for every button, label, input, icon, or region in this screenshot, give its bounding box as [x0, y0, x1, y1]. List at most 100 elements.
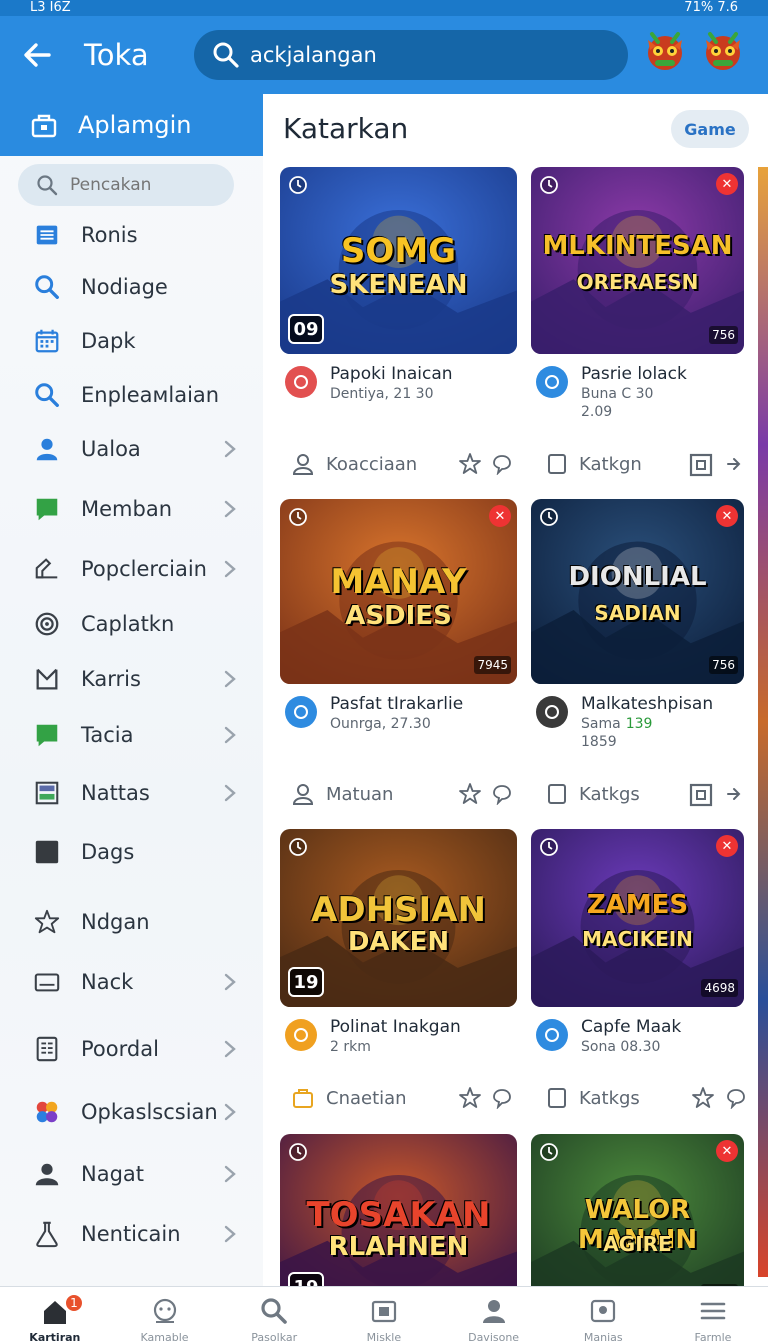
nav-item-6[interactable]: Farmle [658, 1287, 768, 1344]
sidebar-item-8[interactable]: Karris [0, 654, 263, 704]
game-card-image[interactable]: ADHSIAN DAKEN 19 [280, 829, 517, 1007]
game-card-image[interactable]: DIONLIAL SADIAN 756 ✕ [531, 499, 744, 684]
notification-badge: 1 [64, 1293, 84, 1313]
sidebar-item-5[interactable]: Memban [0, 484, 263, 534]
game-card-image[interactable]: MANAY ASDIES 7945 ✕ [280, 499, 517, 684]
game-card-image[interactable]: WALOR MANAIN AGIRE 1698✕ [531, 1134, 744, 1286]
close-icon[interactable]: ✕ [716, 505, 738, 527]
sidebar-item-11[interactable]: Dags [0, 827, 263, 877]
chevron-right-icon [224, 726, 236, 744]
chevron-right-icon [224, 1225, 236, 1243]
right-action[interactable]: Katkgs [545, 779, 640, 809]
game-card-image[interactable]: SOMG SKENEAN 09 [280, 167, 517, 354]
sidebar-item-7[interactable]: Caplatkn [0, 599, 263, 649]
star-icon[interactable] [458, 452, 482, 476]
star-icon[interactable] [458, 782, 482, 806]
publisher-icon [294, 375, 308, 389]
search-bar[interactable] [194, 30, 628, 80]
sidebar-search[interactable] [18, 164, 234, 206]
sidebar-item-4[interactable]: Ualoa [0, 424, 263, 474]
sidebar-item-13[interactable]: Nack [0, 957, 263, 1007]
publisher-icon [294, 1028, 308, 1042]
nav-item-2[interactable]: Pasolkar [219, 1287, 329, 1344]
game-title: Pasfat tIrakarlie [330, 694, 464, 714]
arrow-right-icon[interactable] [725, 455, 743, 473]
game-subtitle: 2 rkm [330, 1039, 371, 1055]
sidebar-item-15[interactable]: Opkaslscsian [0, 1087, 263, 1137]
chevron-right-icon [224, 1165, 236, 1183]
mascot-avatar-icon[interactable] [700, 26, 746, 76]
publisher-icon [294, 705, 308, 719]
sidebar-item-16[interactable]: Nagat [0, 1149, 263, 1199]
game-card-image[interactable]: TOSAKAN RLAHNEN 19 [280, 1134, 517, 1286]
sidebar-item-3[interactable]: Enpleaмlaian [0, 370, 263, 420]
sidebar-item-12[interactable]: Ndgan [0, 897, 263, 947]
nav-item-4[interactable]: Davisone [439, 1287, 549, 1344]
right-action[interactable]: Katkgn [545, 449, 642, 479]
close-icon[interactable]: ✕ [716, 1140, 738, 1162]
sidebar-item-label: Karris [81, 667, 141, 691]
filter-chip-game[interactable]: Game [671, 110, 749, 148]
comment-icon[interactable] [491, 453, 513, 475]
back-button[interactable] [0, 16, 74, 94]
clock-icon [540, 1143, 558, 1161]
sidebar-item-label: Nack [81, 970, 134, 994]
game-card-meta[interactable]: Capfe Maak Sona 08.30 [536, 1017, 749, 1077]
sidebar-search-input[interactable] [70, 175, 220, 195]
mascot-avatar-icon[interactable] [642, 26, 688, 76]
publisher-icon [545, 1028, 559, 1042]
sidebar-item-label: Nenticain [81, 1222, 181, 1246]
game-card-meta[interactable]: Polinat Inakgan 2 rkm [285, 1017, 522, 1077]
frame-icon[interactable] [688, 782, 714, 808]
card-actions-row: Koacciaan Katkgn [263, 449, 768, 479]
search-input[interactable] [250, 43, 610, 67]
colors-icon [36, 1101, 58, 1123]
sidebar-item-0[interactable]: Ronis [0, 210, 263, 260]
left-action-label: Koacciaan [326, 453, 418, 475]
game-card-meta[interactable]: Papoki Inaican Dentiya, 21 30 [285, 364, 522, 424]
tag-icon [35, 558, 58, 579]
frame-icon[interactable] [688, 452, 714, 478]
star-icon[interactable] [691, 1086, 715, 1110]
left-action[interactable]: Cnaetian [290, 1083, 407, 1113]
status-right: 71% 7.6 [684, 0, 738, 15]
close-icon[interactable]: ✕ [716, 835, 738, 857]
game-card-meta[interactable]: Malkateshpisan Sama 139 1859 [536, 694, 749, 754]
nav-item-5[interactable]: Manias [548, 1287, 658, 1344]
publisher-avatar [285, 366, 317, 398]
sidebar-item-label: Poordal [81, 1037, 159, 1061]
sidebar-item-14[interactable]: Poordal [0, 1024, 263, 1074]
nav-item-0[interactable]: Kartiran 1 [0, 1287, 110, 1344]
game-card-meta[interactable]: Pasrie lolack Buna C 30 2.09 [536, 364, 749, 424]
comment-icon[interactable] [491, 1087, 513, 1109]
comment-icon[interactable] [491, 783, 513, 805]
arrow-right-icon[interactable] [725, 785, 743, 803]
game-card-image[interactable]: ZAMES MACIKEIN 4698 ✕ [531, 829, 744, 1007]
sidebar-item-2[interactable]: Dapk [0, 316, 263, 366]
game-title: Malkateshpisan [581, 694, 714, 714]
sidebar-item-10[interactable]: Nattas [0, 768, 263, 818]
close-icon[interactable]: ✕ [716, 173, 738, 195]
mail-icon [36, 668, 58, 690]
close-icon[interactable]: ✕ [489, 505, 511, 527]
comment-icon[interactable] [725, 1087, 747, 1109]
star-icon[interactable] [458, 1086, 482, 1110]
nav-item-3[interactable]: Miskle [329, 1287, 439, 1344]
left-action[interactable]: Matuan [290, 779, 393, 809]
clock-icon [540, 176, 558, 194]
left-action[interactable]: Koacciaan [290, 449, 417, 479]
right-action[interactable]: Katkgs [545, 1083, 640, 1113]
sidebar-item-label: Dags [81, 840, 135, 864]
sidebar-item-9[interactable]: Tacia [0, 710, 263, 760]
game-card-meta[interactable]: Pasfat tIrakarlie Ounrga, 27.30 [285, 694, 522, 754]
sidebar-item-1[interactable]: Nodiage [0, 262, 263, 312]
sidebar-item-17[interactable]: Nenticain [0, 1209, 263, 1259]
duration-badge: 09 [288, 314, 324, 344]
chevron-right-icon [224, 973, 236, 991]
publisher-avatar [536, 1019, 568, 1051]
game-card-image[interactable]: MLKINTESAN ORERAESN 756 ✕ [531, 167, 744, 354]
sidebar-item-6[interactable]: Popclerciain [0, 544, 263, 594]
nav-item-1[interactable]: Kamable [110, 1287, 220, 1344]
search-icon [37, 175, 58, 196]
sidebar-header[interactable]: Aplamgin [0, 94, 263, 156]
